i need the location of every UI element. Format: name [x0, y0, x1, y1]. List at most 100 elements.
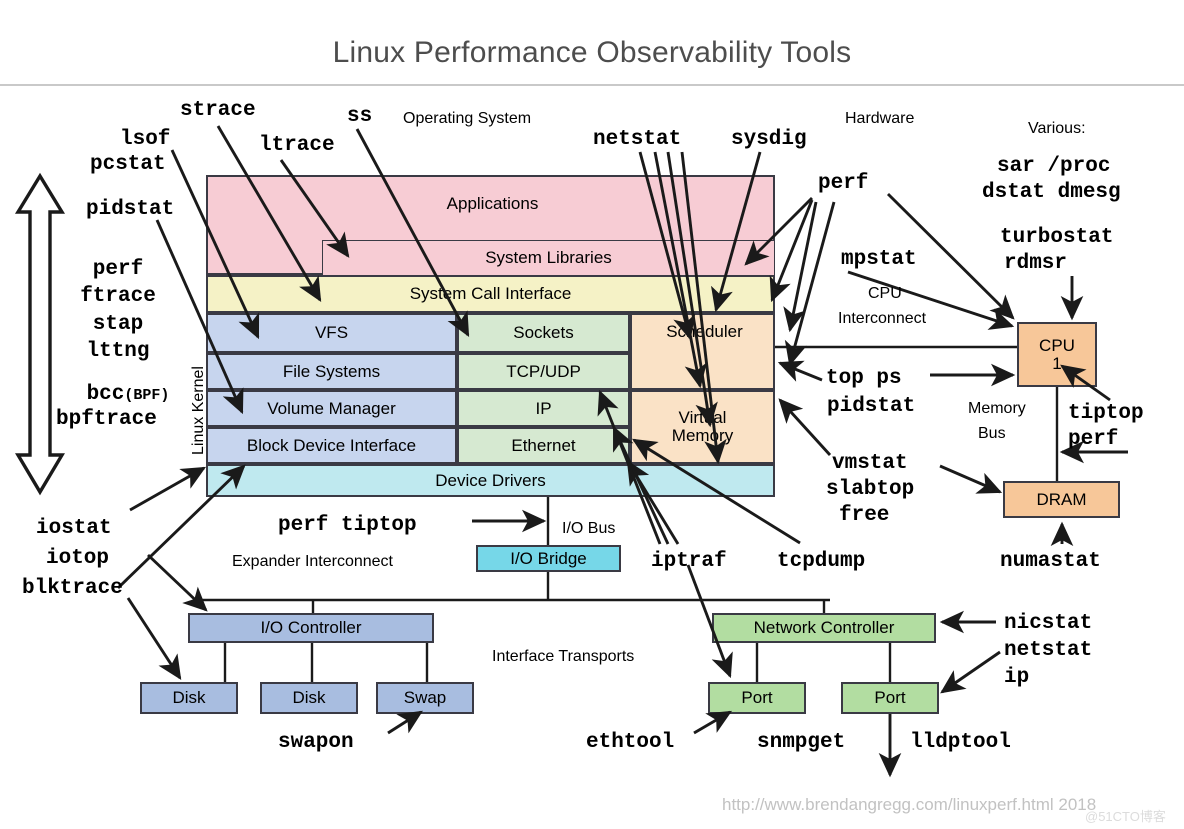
box-network-controller: Network Controller	[712, 613, 936, 643]
label-disk-1: Disk	[172, 688, 206, 708]
caption-memory-bus-line1: Memory	[968, 400, 1026, 417]
tool-tcpdump: tcpdump	[777, 550, 866, 573]
box-file-systems: File Systems	[206, 353, 457, 390]
label-vfs: VFS	[314, 323, 349, 343]
label-block-device-interface: Block Device Interface	[246, 435, 417, 455]
tool-netstat-nic: netstat	[1004, 639, 1093, 662]
label-ethernet: Ethernet	[511, 435, 576, 455]
tool-ss: ss	[347, 105, 373, 128]
tool-strace: strace	[180, 99, 256, 122]
tool-bcc-bpf: (BPF)	[124, 387, 170, 404]
box-port-2: Port	[841, 682, 939, 714]
watermark: @51CTO博客	[1085, 809, 1166, 824]
tool-slabtop: slabtop	[826, 478, 915, 501]
tool-perf-mem: perf	[1068, 428, 1119, 451]
label-network-controller: Network Controller	[753, 618, 895, 638]
scope-arrow	[14, 172, 66, 496]
tool-rdmsr: rdmsr	[1004, 252, 1068, 275]
label-scheduler: Scheduler	[666, 322, 743, 341]
label-tcp-udp: TCP/UDP	[506, 361, 581, 381]
caption-expander-interconnect: Expander Interconnect	[232, 553, 393, 570]
caption-io-bus: I/O Bus	[562, 520, 616, 537]
caption-memory-bus-line2: Bus	[978, 425, 1006, 442]
label-cpu-line1: CPU	[1039, 335, 1075, 355]
tool-ethtool: ethtool	[586, 731, 675, 754]
label-virtual-memory-line2: Memory	[671, 426, 734, 445]
box-device-drivers: Device Drivers	[206, 464, 775, 497]
diagram-canvas: Linux Performance Observability Tools Ap…	[0, 0, 1184, 829]
label-sockets: Sockets	[513, 323, 574, 343]
box-cpu: CPU 1	[1017, 322, 1097, 387]
tool-ip: ip	[1004, 666, 1030, 689]
label-port-1: Port	[741, 688, 773, 708]
label-system-libraries: System Libraries	[485, 248, 612, 268]
box-port-1: Port	[708, 682, 806, 714]
box-scheduler: Scheduler	[630, 313, 775, 390]
box-system-libraries: System Libraries	[322, 240, 775, 275]
box-swap: Swap	[376, 682, 474, 714]
tool-iostat: iostat	[36, 517, 112, 540]
tool-top-ps: top ps	[826, 367, 902, 390]
tool-tiptop: tiptop	[1068, 402, 1144, 425]
tool-sar-proc: sar /proc	[997, 155, 1111, 178]
box-vfs: VFS	[206, 313, 457, 353]
tool-nicstat: nicstat	[1004, 612, 1093, 635]
tool-iotop: iotop	[46, 547, 110, 570]
tool-dstat-dmesg: dstat dmesg	[982, 181, 1121, 204]
tool-ltrace: ltrace	[259, 134, 335, 157]
tool-perf-tiptop: perf tiptop	[278, 514, 417, 537]
box-tcp-udp: TCP/UDP	[457, 353, 630, 390]
tool-mpstat: mpstat	[841, 248, 917, 271]
label-volume-manager: Volume Manager	[267, 398, 396, 418]
label-file-systems: File Systems	[282, 361, 381, 381]
page-title: Linux Performance Observability Tools	[332, 36, 852, 69]
box-volume-manager: Volume Manager	[206, 390, 457, 427]
box-ethernet: Ethernet	[457, 427, 630, 464]
tool-blktrace: blktrace	[22, 577, 123, 600]
caption-linux-kernel: Linux Kernel	[190, 366, 207, 455]
tool-pidstat-cpu: pidstat	[827, 395, 916, 418]
label-io-bridge: I/O Bridge	[510, 548, 587, 568]
box-io-bridge: I/O Bridge	[476, 545, 621, 572]
tool-lldptool: lldptool	[910, 731, 1011, 754]
tool-lsof: lsof	[120, 128, 171, 151]
tool-bcc: bcc	[86, 383, 125, 406]
caption-interface-transports: Interface Transports	[492, 648, 635, 665]
caption-cpu-interconnect-line1: CPU	[868, 285, 902, 302]
label-system-call-interface: System Call Interface	[409, 284, 572, 304]
caption-various: Various:	[1028, 120, 1086, 137]
box-disk-1: Disk	[140, 682, 238, 714]
label-port-2: Port	[874, 688, 906, 708]
box-ip: IP	[457, 390, 630, 427]
box-io-controller: I/O Controller	[188, 613, 434, 643]
caption-cpu-interconnect-line2: Interconnect	[838, 310, 927, 327]
tool-sysdig: sysdig	[731, 128, 807, 151]
caption-hardware: Hardware	[845, 110, 915, 127]
footer-url: http://www.brendangregg.com/linuxperf.ht…	[722, 795, 1097, 814]
tool-pcstat: pcstat	[90, 153, 166, 176]
tool-kernel-tracers: perf ftrace stap lttng	[80, 258, 156, 363]
tool-perf-top-right: perf	[818, 172, 869, 195]
tool-netstat-top: netstat	[593, 128, 682, 151]
tool-free: free	[839, 504, 890, 527]
box-disk-2: Disk	[260, 682, 358, 714]
tool-bpftrace: bpftrace	[56, 408, 157, 431]
box-dram: DRAM	[1003, 481, 1120, 518]
box-virtual-memory: Virtual Memory	[630, 390, 775, 464]
tool-bcc-row: bcc(BPF)	[68, 381, 188, 408]
label-io-controller: I/O Controller	[260, 618, 362, 638]
tool-numastat: numastat	[1000, 550, 1101, 573]
label-swap: Swap	[403, 688, 447, 708]
tool-iptraf: iptraf	[651, 550, 727, 573]
label-dram: DRAM	[1036, 489, 1087, 509]
box-block-device-interface: Block Device Interface	[206, 427, 457, 464]
title-divider	[0, 84, 1184, 86]
caption-operating-system: Operating System	[403, 110, 532, 127]
label-cpu-line2: 1	[1052, 353, 1062, 373]
label-disk-2: Disk	[292, 688, 326, 708]
tool-turbostat: turbostat	[1000, 226, 1114, 249]
label-virtual-memory-line1: Virtual	[678, 408, 727, 428]
box-sockets: Sockets	[457, 313, 630, 353]
tool-vmstat: vmstat	[832, 452, 908, 475]
label-device-drivers: Device Drivers	[435, 470, 546, 490]
